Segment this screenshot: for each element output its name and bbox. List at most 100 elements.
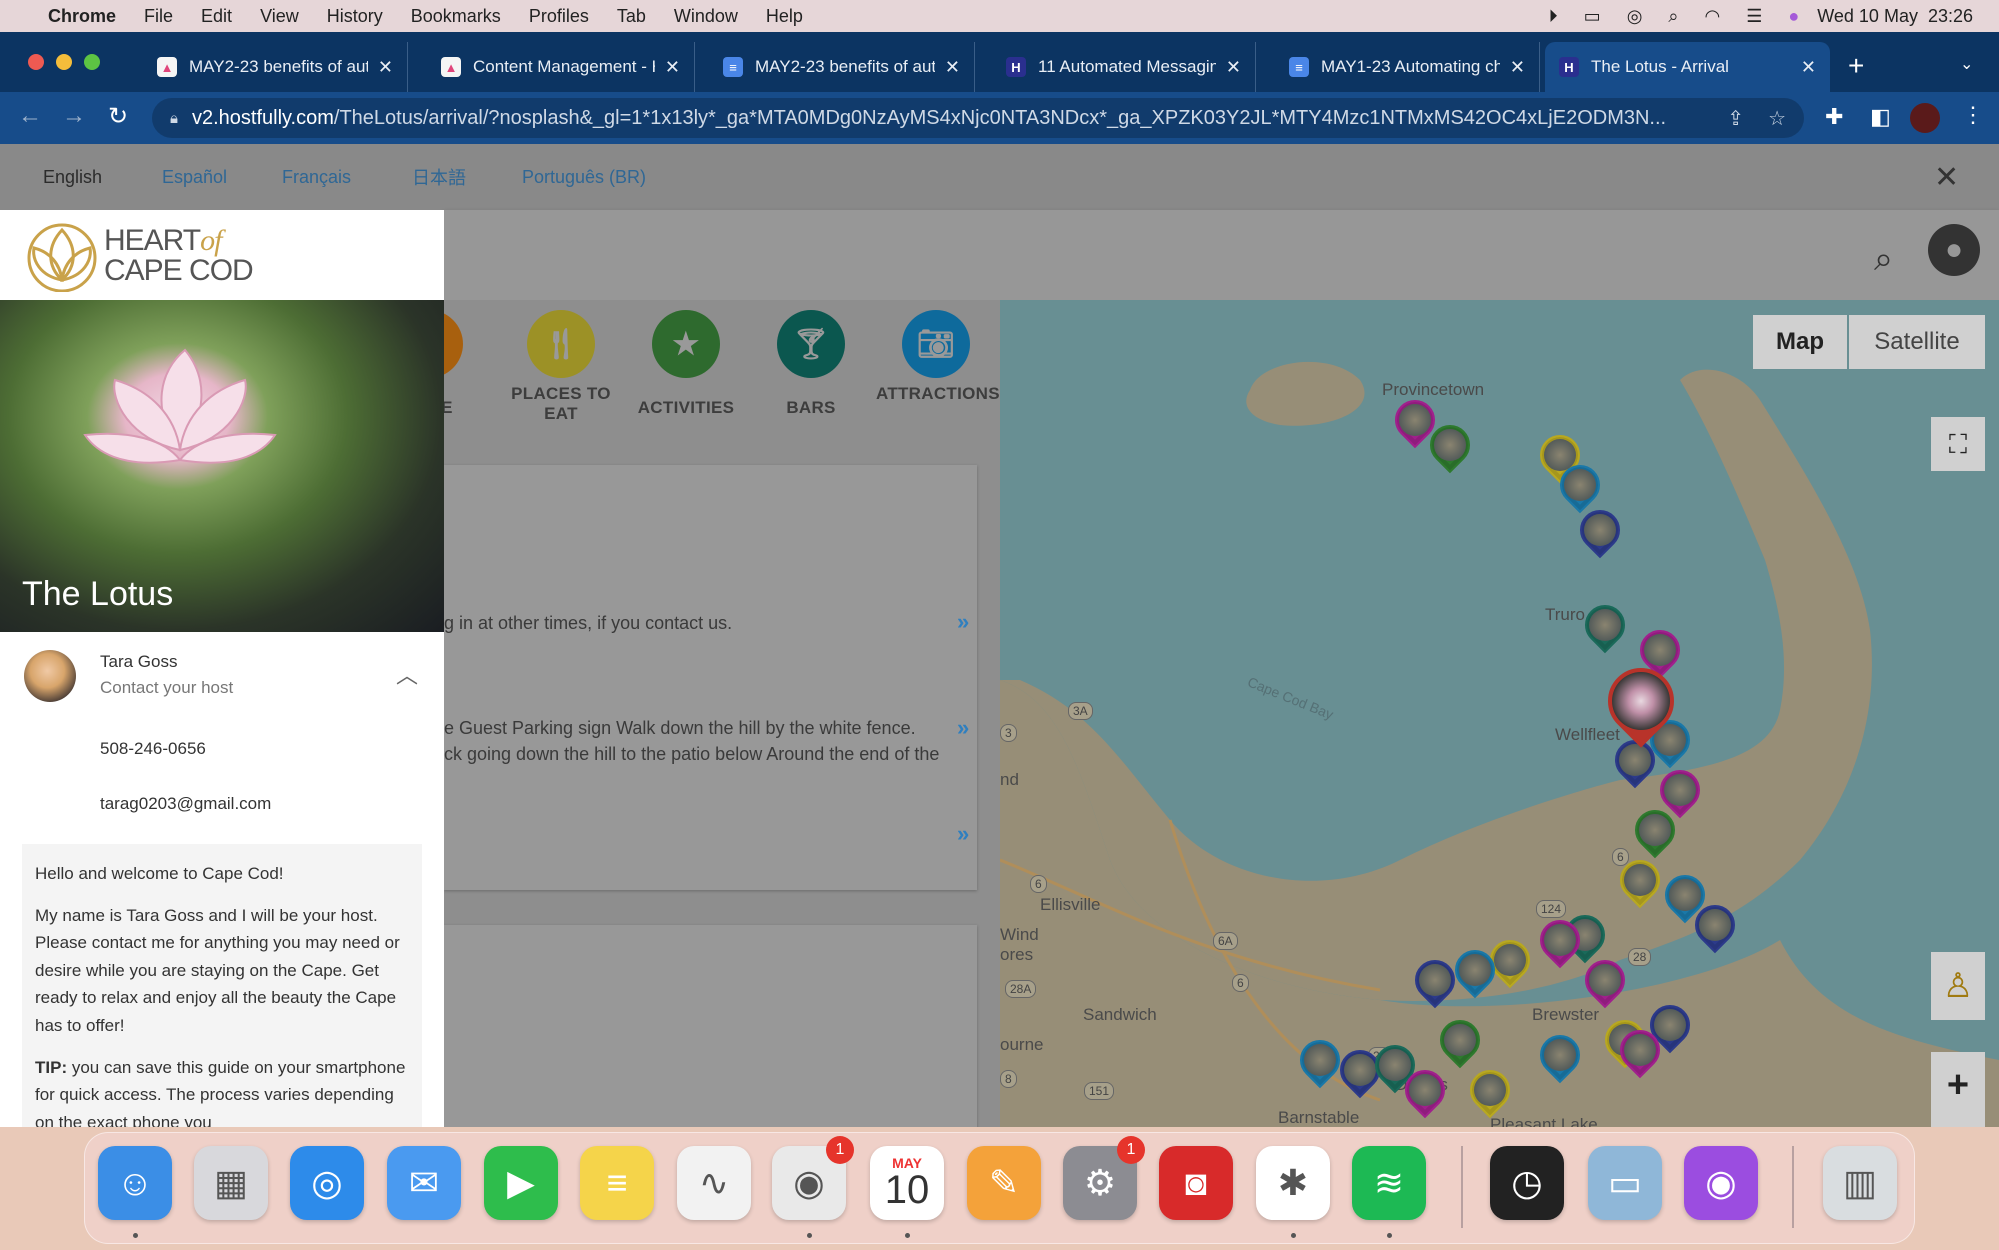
menu-file[interactable]: File	[144, 6, 173, 27]
close-tab-icon[interactable]: ✕	[665, 57, 680, 78]
zoom-in-button[interactable]: +	[1931, 1052, 1985, 1127]
menu-history[interactable]: History	[327, 6, 383, 27]
address-bar[interactable]: 🔒︎ v2.hostfully.com/TheLotus/arrival/?no…	[152, 98, 1804, 138]
close-tab-icon[interactable]: ✕	[945, 57, 960, 78]
side-panel-icon[interactable]: ◧	[1870, 104, 1891, 130]
tab-search-chevron-icon[interactable]: ⌄	[1960, 54, 1973, 74]
category-activities[interactable]: ★ ACTIVITIES	[626, 310, 746, 418]
play-status-icon[interactable]: ⏵	[1549, 6, 1558, 27]
mail-dock-icon[interactable]: ✉	[387, 1146, 461, 1220]
map-place-label: Wellfleet	[1555, 725, 1620, 744]
lang-francais[interactable]: Français	[282, 167, 351, 188]
menu-help[interactable]: Help	[766, 6, 803, 27]
lang-portuguese-br[interactable]: Português (BR)	[522, 167, 646, 188]
clock-dock-icon[interactable]: ◷	[1490, 1146, 1564, 1220]
reload-button[interactable]: ↻	[108, 102, 128, 131]
host-email[interactable]: tarag0203@gmail.com	[100, 794, 271, 814]
lang-espanol[interactable]: Español	[162, 167, 227, 188]
window-close-button[interactable]	[28, 54, 44, 70]
facetime-glyph: ▶	[507, 1162, 535, 1203]
lock-icon[interactable]: 🔒︎	[170, 110, 178, 127]
browser-tab[interactable]: H 11 Automated Messaging ✕	[992, 42, 1256, 92]
facetime-dock-icon[interactable]: ▶	[484, 1146, 558, 1220]
window-minimize-button[interactable]	[56, 54, 72, 70]
menubar-clock[interactable]: Wed 10 May 23:26	[1817, 6, 1973, 27]
close-tab-icon[interactable]: ✕	[1226, 57, 1241, 78]
map-view[interactable]: Provincetown Truro Wellfleet Cape Cod Bay El…	[1000, 300, 1999, 1127]
system-settings-glyph: ⚙	[1083, 1162, 1117, 1203]
lang-english[interactable]: English	[43, 167, 102, 188]
spotify-dock-icon[interactable]: ≋	[1352, 1146, 1426, 1220]
window-zoom-button[interactable]	[84, 54, 100, 70]
parking-more-link[interactable]: »	[957, 715, 969, 741]
checkin-more-link[interactable]: »	[957, 609, 969, 635]
map-type-satellite-button[interactable]: Satellite	[1849, 315, 1985, 369]
podcasts-glyph: ◉	[1705, 1162, 1737, 1203]
category-attractions[interactable]: 📷︎ ATTRACTIONS	[876, 310, 1000, 404]
property-panel: HEARTof CAPE COD The Lotus Tara Goss Con…	[0, 210, 444, 1127]
system-settings-dock-icon[interactable]: ⚙ 1	[1063, 1136, 1145, 1220]
menu-tab[interactable]: Tab	[617, 6, 646, 27]
browser-tab[interactable]: ≡ MAY2-23 benefits of aut ✕	[709, 42, 975, 92]
menu-view[interactable]: View	[260, 6, 299, 27]
search-icon[interactable]: ⌕	[1874, 240, 1893, 279]
third-more-link[interactable]: »	[957, 821, 969, 847]
menu-window[interactable]: Window	[674, 6, 738, 27]
street-view-pegman-icon[interactable]: ♙	[1931, 952, 1985, 1020]
bookmark-star-icon[interactable]: ☆	[1768, 106, 1786, 131]
pages-dock-icon[interactable]: ✎	[967, 1146, 1041, 1220]
wifi-icon[interactable]: ◠	[1705, 6, 1721, 27]
host-phone[interactable]: 508-246-0656	[100, 739, 206, 759]
menu-app-chrome[interactable]: Chrome	[48, 6, 116, 27]
map-place-label: Brewster	[1532, 1005, 1600, 1024]
slack-dock-icon[interactable]: ✱	[1256, 1146, 1330, 1220]
lang-japanese[interactable]: 日本語	[412, 164, 466, 190]
chrome-menu-icon[interactable]: ⋮	[1962, 102, 1984, 128]
running-indicator	[807, 1233, 812, 1238]
browser-tab[interactable]: ≡ MAY1-23 Automating ch ✕	[1275, 42, 1540, 92]
fullscreen-button[interactable]: ⛶	[1931, 417, 1985, 471]
profile-avatar[interactable]	[1910, 103, 1940, 133]
spotlight-search-icon[interactable]: ⌕	[1668, 6, 1678, 27]
browser-tab[interactable]: H The Lotus - Arrival ✕	[1545, 42, 1830, 92]
new-tab-button[interactable]: +	[1848, 50, 1864, 82]
account-icon[interactable]: ●	[1928, 224, 1980, 276]
close-tab-icon[interactable]: ✕	[378, 57, 393, 78]
clock-glyph: ◷	[1511, 1162, 1543, 1203]
close-tab-icon[interactable]: ✕	[1510, 57, 1525, 78]
back-button[interactable]: ←	[18, 102, 42, 130]
preview-dock-icon[interactable]: ▭	[1588, 1146, 1662, 1220]
trash-dock-icon[interactable]: ▥	[1823, 1146, 1897, 1220]
camera-icon: 📷︎	[902, 310, 970, 378]
freeform-dock-icon[interactable]: ∿	[677, 1146, 751, 1220]
chrome-dock-icon[interactable]: ◉ 1	[772, 1136, 854, 1220]
control-center-icon[interactable]: ☰	[1746, 6, 1762, 27]
menu-edit[interactable]: Edit	[201, 6, 232, 27]
extensions-icon[interactable]: ✚	[1825, 104, 1843, 130]
airdrop-icon[interactable]: ◎	[1627, 6, 1643, 27]
siri-icon[interactable]: ●	[1788, 6, 1799, 27]
menu-bookmarks[interactable]: Bookmarks	[411, 6, 501, 27]
menu-profiles[interactable]: Profiles	[529, 6, 589, 27]
category-places-to-eat[interactable]: 🍴︎ PLACES TO EAT	[501, 310, 621, 424]
close-language-bar-icon[interactable]: ✕	[1934, 160, 1959, 195]
category-bars[interactable]: 🍸︎ BARS	[751, 310, 871, 418]
share-icon[interactable]: ⇪	[1727, 106, 1744, 131]
launchpad-dock-icon[interactable]: ▦	[194, 1146, 268, 1220]
finder-dock-icon[interactable]: ☺	[98, 1146, 172, 1220]
host-avatar	[24, 650, 76, 702]
collapse-chevron-icon[interactable]: ︿	[396, 658, 418, 690]
notes-dock-icon[interactable]: ≡	[580, 1146, 654, 1220]
category-ture[interactable]: ▪ TURE	[444, 310, 489, 418]
url-host: v2.hostfully.com	[191, 106, 334, 129]
browser-tab[interactable]: ▲ MAY2-23 benefits of aut ✕	[143, 42, 408, 92]
podcasts-dock-icon[interactable]: ◉	[1684, 1146, 1758, 1220]
browser-tab[interactable]: ▲ Content Management - H ✕	[427, 42, 695, 92]
safari-dock-icon[interactable]: ◎	[290, 1146, 364, 1220]
close-tab-icon[interactable]: ✕	[1801, 57, 1816, 78]
photo-booth-dock-icon[interactable]: ◙	[1159, 1146, 1233, 1220]
map-type-map-button[interactable]: Map	[1753, 315, 1847, 369]
forward-button[interactable]: →	[62, 102, 86, 130]
calendar-dock-icon[interactable]: MAY 10	[870, 1146, 944, 1220]
battery-icon[interactable]: ▭	[1584, 6, 1601, 27]
